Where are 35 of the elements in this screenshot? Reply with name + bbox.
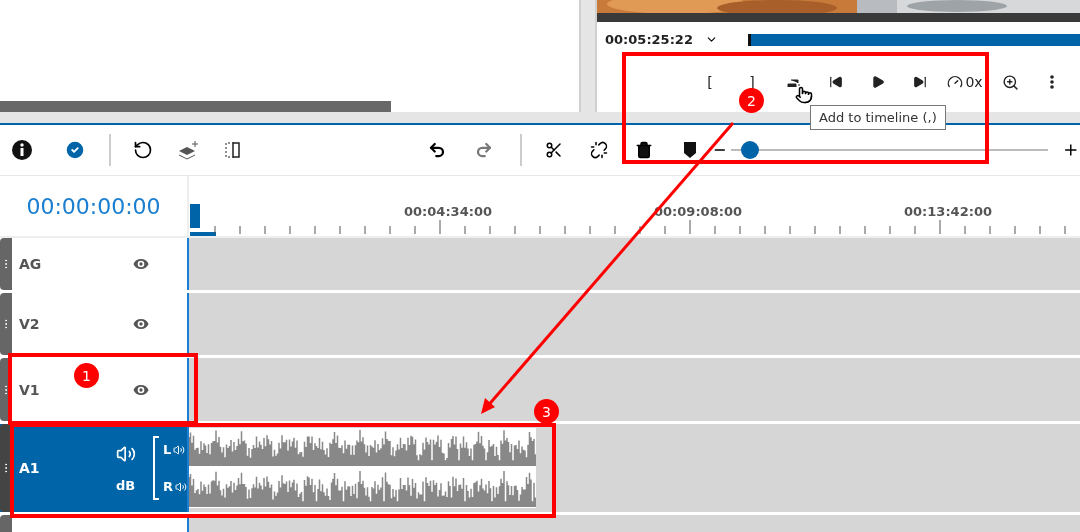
- track-name: AG: [19, 256, 43, 272]
- drag-handle[interactable]: [0, 238, 12, 290]
- volume-icon[interactable]: [175, 480, 187, 493]
- scrollbar[interactable]: [0, 101, 391, 112]
- hand-cursor-icon: [795, 86, 813, 104]
- zoom-in-icon: [1001, 73, 1019, 91]
- track-name: V2: [19, 316, 41, 332]
- skip-back-icon: [829, 75, 843, 89]
- drag-handle[interactable]: [0, 293, 12, 355]
- play-icon: [871, 75, 885, 89]
- tooltip: Add to timeline (,): [810, 105, 946, 130]
- zoom-slider-thumb[interactable]: [740, 141, 759, 159]
- right-channel-label: R: [163, 479, 173, 494]
- skip-forward-icon: [913, 75, 927, 89]
- mark-button[interactable]: ]: [742, 74, 762, 90]
- mark-button[interactable]: [: [700, 74, 720, 90]
- preview-timecode: 00:05:25:22: [605, 32, 693, 47]
- bracket-icon: [151, 436, 159, 500]
- current-time: 00:00:00:00: [26, 193, 161, 219]
- more-icon: [1050, 75, 1054, 89]
- add-layer-button[interactable]: [176, 138, 200, 162]
- db-label[interactable]: dB: [116, 477, 136, 493]
- add-clip-icon: [787, 77, 801, 87]
- track-header[interactable]: A1 dB L R: [0, 424, 187, 512]
- info-button[interactable]: [10, 138, 34, 162]
- gauge-icon: [947, 74, 964, 90]
- track-name: A1: [19, 460, 41, 476]
- check-button[interactable]: [63, 138, 87, 162]
- speed-button[interactable]: 0x: [941, 70, 989, 94]
- left-channel-label: L: [163, 442, 172, 457]
- drag-handle[interactable]: [0, 515, 12, 532]
- volume-icon[interactable]: [173, 443, 186, 456]
- track-name: V1: [19, 381, 41, 398]
- volume-icon[interactable]: [115, 443, 136, 464]
- scrub-bar[interactable]: [747, 33, 1080, 46]
